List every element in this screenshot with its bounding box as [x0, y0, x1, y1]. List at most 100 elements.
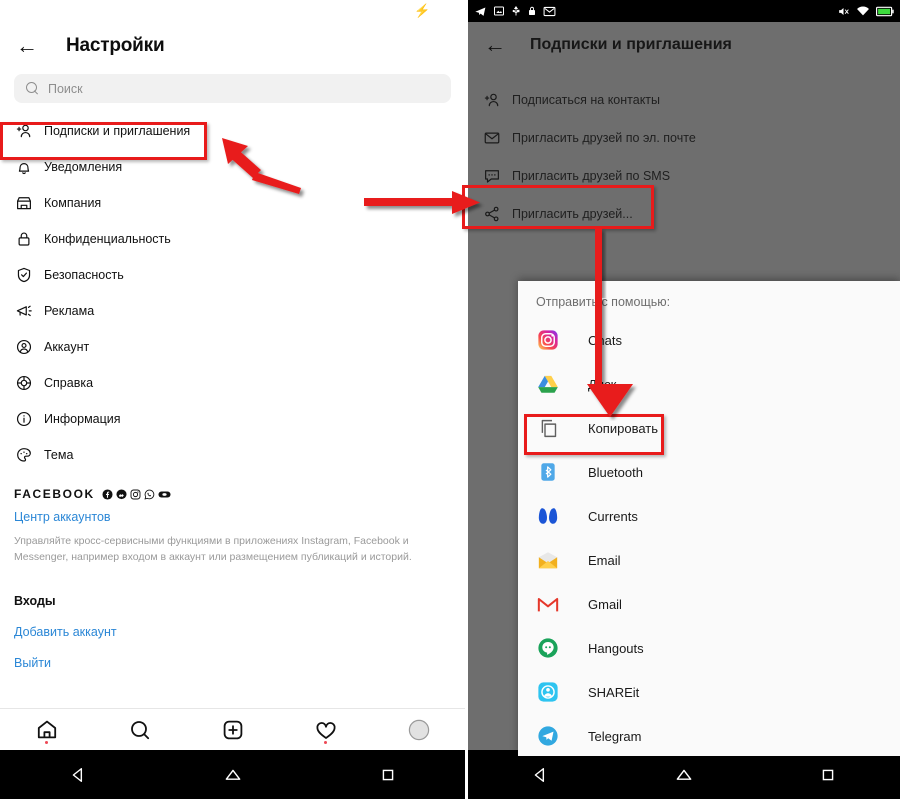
lightning-bolt-icon: ⚡ [414, 3, 431, 18]
sidebar-item-about[interactable]: Информация [0, 401, 465, 437]
sidebar-item-label: Реклама [44, 304, 95, 318]
search-input[interactable]: Поиск [14, 74, 451, 103]
facebook-section: FACEBOOK Центр аккаунтов Управляйте крос… [0, 473, 465, 670]
share-option-label: SHAREit [588, 684, 640, 700]
lock-icon [14, 230, 33, 249]
hangouts-icon [536, 636, 560, 660]
android-recents-icon[interactable] [368, 760, 408, 790]
sidebar-item-account[interactable]: Аккаунт [0, 329, 465, 365]
menu-item-invite-sms[interactable]: Пригласить друзей по SMS [468, 157, 900, 195]
share-sheet: Отправить с помощью: Chats Диск Копирова… [518, 281, 900, 756]
search-icon[interactable] [120, 715, 160, 745]
search-placeholder: Поиск [48, 81, 83, 96]
menu-item-label: Подписаться на контакты [512, 93, 661, 107]
android-back-icon[interactable] [520, 760, 560, 790]
menu-item-follow-contacts[interactable]: Подписаться на контакты [468, 81, 900, 119]
share-option-label: Currents [588, 508, 638, 524]
menu-item-label: Пригласить друзей по эл. почте [512, 131, 696, 145]
facebook-brand-word: FACEBOOK [14, 487, 95, 501]
sidebar-item-privacy[interactable]: Конфиденциальность [0, 221, 465, 257]
share-option-bluetooth[interactable]: Bluetooth [518, 450, 900, 494]
share-option-telegram[interactable]: Telegram [518, 714, 900, 758]
sidebar-item-label: Аккаунт [44, 340, 90, 354]
left-app-header: ← Настройки [0, 24, 465, 68]
storefront-icon [14, 194, 33, 213]
chat-dots-icon [482, 167, 501, 186]
status-right-icons [837, 5, 894, 18]
info-circle-icon [14, 410, 33, 429]
sidebar-item-label: Подписки и приглашения [44, 124, 191, 138]
sidebar-item-label: Безопасность [44, 268, 124, 282]
facebook-icon [102, 488, 113, 500]
sidebar-item-theme[interactable]: Тема [0, 437, 465, 473]
accounts-center-link[interactable]: Центр аккаунтов [14, 510, 451, 524]
share-option-chats[interactable]: Chats [518, 318, 900, 362]
home-icon[interactable] [27, 715, 67, 745]
activity-badge-dot [324, 740, 327, 744]
android-recents-icon[interactable] [808, 760, 848, 790]
share-option-drive[interactable]: Диск [518, 362, 900, 406]
share-option-label: Hangouts [588, 640, 644, 656]
share-option-label: Email [588, 552, 621, 568]
telegram-icon [536, 724, 560, 748]
screenshot-icon [494, 6, 504, 16]
bell-icon [14, 158, 33, 177]
share-option-gmail[interactable]: Gmail [518, 582, 900, 626]
menu-item-label: Пригласить друзей по SMS [512, 169, 671, 183]
google-drive-icon [536, 372, 560, 396]
android-home-icon[interactable] [213, 760, 253, 790]
menu-item-invite-friends[interactable]: Пригласить друзей... [468, 195, 900, 233]
sidebar-item-help[interactable]: Справка [0, 365, 465, 401]
sidebar-item-label: Уведомления [44, 160, 123, 174]
settings-list: Подписки и приглашения Уведомления Компа… [0, 113, 465, 473]
left-phone-screen: ⚡ ← Настройки Поиск Подписки и приглашен… [0, 0, 465, 799]
megaphone-icon [14, 302, 33, 321]
android-back-icon[interactable] [58, 760, 98, 790]
logout-link[interactable]: Выйти [14, 656, 451, 670]
lock-icon [529, 6, 535, 15]
add-square-icon[interactable] [213, 715, 253, 745]
sidebar-item-follow-and-invite[interactable]: Подписки и приглашения [0, 113, 465, 149]
back-arrow-icon[interactable]: ← [482, 32, 508, 58]
sidebar-item-label: Конфиденциальность [44, 232, 171, 246]
whatsapp-icon [144, 489, 155, 499]
android-home-icon[interactable] [664, 760, 704, 790]
share-option-shareit[interactable]: SHAREit [518, 670, 900, 714]
search-container: Поиск [0, 68, 465, 113]
facebook-description: Управляйте кросс-сервисными функциями в … [14, 535, 412, 564]
status-left-icons [474, 5, 556, 18]
share-option-label: Telegram [588, 728, 642, 744]
share-option-label: Диск [588, 376, 617, 392]
left-status-bar: ⚡ [0, 0, 465, 24]
sidebar-item-security[interactable]: Безопасность [0, 257, 465, 293]
sidebar-item-ads[interactable]: Реклама [0, 293, 465, 329]
back-arrow-icon[interactable]: ← [14, 33, 40, 59]
sidebar-item-business[interactable]: Компания [0, 185, 465, 221]
messenger-icon [116, 488, 127, 499]
add-account-link[interactable]: Добавить аккаунт [14, 625, 451, 639]
shield-check-icon [14, 266, 33, 285]
sidebar-item-label: Информация [44, 412, 121, 426]
share-option-currents[interactable]: Currents [518, 494, 900, 538]
avatar-icon[interactable] [399, 715, 439, 745]
share-option-label: Копировать [588, 420, 658, 436]
share-option-copy[interactable]: Копировать [518, 406, 900, 450]
share-nodes-icon [482, 205, 501, 224]
palette-icon [14, 446, 33, 465]
sidebar-item-label: Справка [44, 376, 94, 390]
share-option-hangouts[interactable]: Hangouts [518, 626, 900, 670]
menu-item-invite-email[interactable]: Пригласить друзей по эл. почте [468, 119, 900, 157]
email-icon [536, 548, 560, 572]
share-option-email[interactable]: Email [518, 538, 900, 582]
heart-icon[interactable] [306, 715, 346, 745]
lifebuoy-icon [14, 374, 33, 393]
shareit-icon [536, 680, 560, 704]
wifi-icon [857, 6, 869, 16]
facebook-brand-icons [102, 488, 171, 500]
bluetooth-icon [536, 460, 560, 484]
sidebar-item-notifications[interactable]: Уведомления [0, 149, 465, 185]
battery-charging-icon [876, 6, 894, 16]
instagram-icon [130, 489, 141, 499]
add-person-icon [482, 91, 501, 110]
copy-icon [536, 416, 560, 440]
